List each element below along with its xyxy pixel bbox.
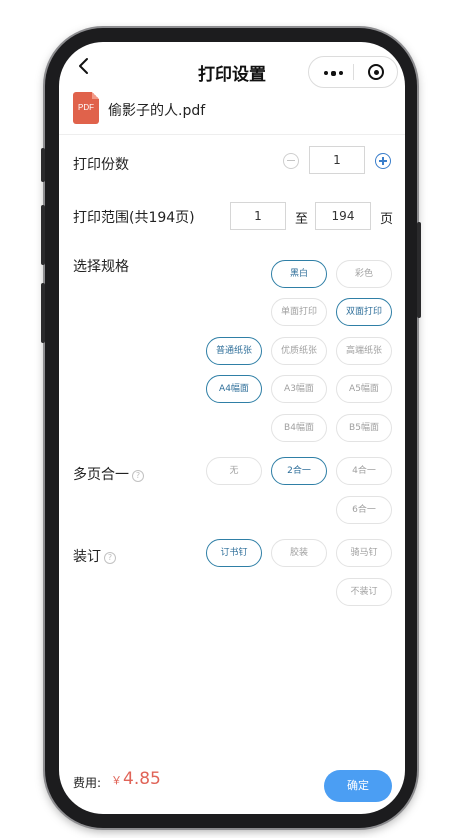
option-binding-none[interactable]: 不装订 [336,578,392,606]
option-size-b5[interactable]: B5幅面 [336,414,392,442]
currency-symbol: ￥ [111,774,122,787]
option-multi-6in1[interactable]: 6合一 [336,496,392,524]
file-name: 偷影子的人.pdf [108,103,206,119]
multi-page-label-text: 多页合一 [73,467,129,483]
confirm-button[interactable]: 确定 [324,770,392,802]
side-button [41,283,45,343]
side-button [41,148,45,182]
option-color[interactable]: 彩色 [336,260,392,288]
option-binding-staple[interactable]: 订书钉 [206,539,262,567]
option-black-white[interactable]: 黑白 [271,260,327,288]
option-size-b4[interactable]: B4幅面 [271,414,327,442]
price-value: 4.85 [123,769,161,789]
fee-price: ￥4.85 [111,769,161,789]
mini-program-capsule [308,56,398,88]
range-to-input[interactable]: 194 [315,202,371,230]
fee-label: 费用: [73,776,102,790]
divider [59,134,405,135]
close-target-icon[interactable] [363,61,389,85]
copies-input[interactable]: 1 [309,146,365,174]
binding-label-text: 装订 [73,549,101,565]
option-size-a3[interactable]: A3幅面 [271,375,327,403]
spec-label: 选择规格 [73,259,129,275]
option-multi-4in1[interactable]: 4合一 [336,457,392,485]
plus-circle-icon[interactable] [375,153,391,169]
option-double-side[interactable]: 双面打印 [336,298,392,326]
pdf-file-icon: PDF [73,92,99,124]
side-button [417,222,421,318]
option-single-side[interactable]: 单面打印 [271,298,327,326]
copies-label: 打印份数 [73,157,129,173]
option-binding-glue[interactable]: 胶装 [271,539,327,567]
option-binding-saddle[interactable]: 骑马钉 [336,539,392,567]
help-icon[interactable]: ? [132,470,144,482]
minus-circle-icon[interactable] [283,153,299,169]
option-size-a5[interactable]: A5幅面 [336,375,392,403]
range-separator: 至 [295,212,309,227]
range-from-input[interactable]: 1 [230,202,286,230]
option-paper-premium[interactable]: 优质纸张 [271,337,327,365]
option-multi-2in1[interactable]: 2合一 [271,457,327,485]
option-paper-normal[interactable]: 普通纸张 [206,337,262,365]
side-button [41,205,45,265]
screen: 打印设置 PDF 偷影子的人.pdf 打印份数 1 打印范围(共194页) 1 … [59,42,405,814]
multi-page-label: 多页合一? [73,464,144,484]
option-multi-none[interactable]: 无 [206,457,262,485]
binding-label: 装订? [73,546,116,566]
option-paper-high-end[interactable]: 高端纸张 [336,337,392,365]
range-label: 打印范围(共194页) [73,210,195,226]
range-unit: 页 [380,212,394,227]
help-icon[interactable]: ? [104,552,116,564]
more-dots-icon[interactable] [317,61,349,85]
option-size-a4[interactable]: A4幅面 [206,375,262,403]
